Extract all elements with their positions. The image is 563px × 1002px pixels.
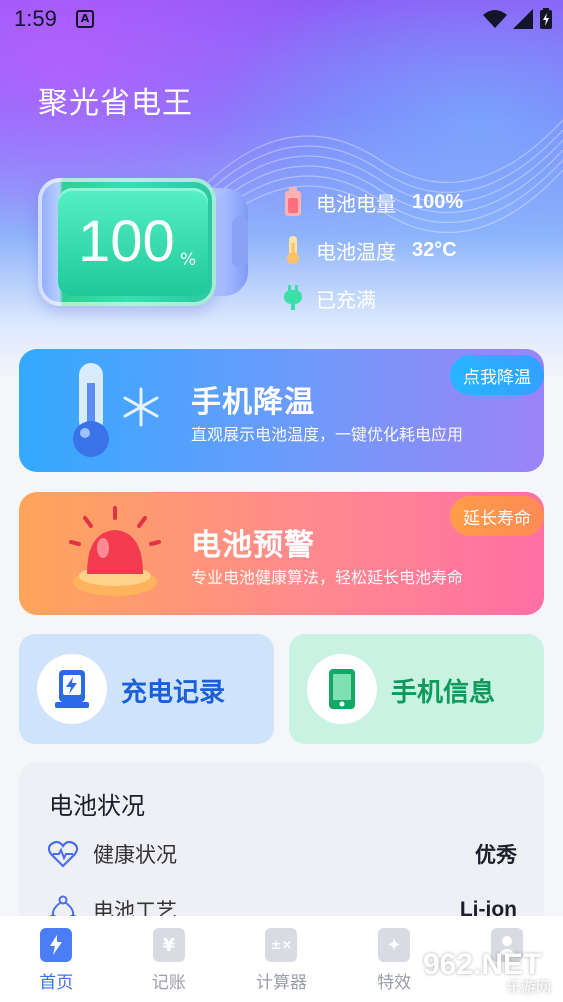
info-row-level: 电池电量 100% (280, 178, 463, 226)
nav-item-calculator[interactable]: ±× 计算器 (225, 916, 338, 1002)
cool-down-button[interactable]: 点我降温 (450, 355, 544, 395)
thermometer-snowflake-icon (73, 363, 159, 457)
nav-label: 计算器 (255, 973, 307, 993)
info-row-temperature: 电池温度 32°C (280, 226, 463, 274)
calculator-icon: ±× (265, 928, 298, 962)
phone-info-tile[interactable]: 手机信息 (289, 634, 544, 744)
nav-label: 特效 (377, 973, 412, 993)
battery-icon (280, 187, 306, 217)
tile-label: 手机信息 (391, 678, 496, 708)
a-letter-icon: A (76, 10, 94, 28)
info-label: 已充满 (316, 287, 376, 312)
heart-pulse-icon (47, 838, 79, 870)
site-watermark: 962.NET 乐游网 (423, 948, 559, 996)
plug-icon (280, 283, 306, 313)
row-value: 优秀 (475, 844, 517, 867)
nav-label: 首页 (39, 973, 74, 993)
panel-title: 电池状况 (49, 792, 145, 820)
smartphone-icon (307, 654, 377, 724)
sparkle-card-icon: ✦ (378, 928, 411, 962)
battery-nub (232, 216, 248, 268)
battery-graphic: 100 % (38, 178, 248, 306)
status-bar: 1:59 A (0, 0, 563, 38)
charge-record-tile[interactable]: 充电记录 (19, 634, 274, 744)
tile-label: 充电记录 (121, 678, 226, 708)
yuan-receipt-icon: ¥ (152, 928, 185, 962)
info-value: 100% (412, 190, 464, 213)
phone-cooling-card[interactable]: 手机降温 直观展示电池温度，一键优化耗电应用 点我降温 (19, 349, 544, 472)
status-icons (483, 8, 553, 30)
nav-item-home[interactable]: 首页 (0, 916, 113, 1002)
charging-station-icon (37, 654, 107, 724)
card-subtitle: 直观展示电池温度，一键优化耗电应用 (191, 425, 464, 444)
battery-warning-card[interactable]: 电池预警 专业电池健康算法，轻松延长电池寿命 延长寿命 (19, 492, 544, 615)
watermark-subtext: 乐游网 (505, 978, 551, 996)
panel-row-health: 健康状况 优秀 (47, 834, 517, 874)
battery-charging-icon (540, 8, 552, 29)
battery-info-list: 电池电量 100% 电池温度 32°C 已充满 (280, 178, 463, 322)
card-title: 电池预警 (191, 528, 315, 563)
wifi-icon (483, 10, 507, 28)
row-label: 健康状况 (93, 843, 177, 867)
card-subtitle: 专业电池健康算法，轻松延长电池寿命 (191, 568, 464, 587)
nav-item-bookkeeping[interactable]: ¥ 记账 (113, 916, 226, 1002)
info-row-charged: 已充满 (280, 274, 463, 322)
info-value: 32°C (412, 238, 457, 261)
battery-unit: % (180, 250, 197, 270)
info-label: 电池温度 (316, 239, 396, 264)
status-time: 1:59 (14, 6, 57, 31)
card-title: 手机降温 (191, 385, 315, 420)
battery-level: 100 (78, 209, 175, 274)
alarm-light-icon (69, 506, 161, 596)
thermometer-icon (280, 235, 306, 265)
cell-signal-icon (513, 9, 533, 29)
extend-life-button[interactable]: 延长寿命 (450, 496, 544, 536)
app-title: 聚光省电王 (38, 86, 193, 121)
home-lightning-icon (40, 928, 73, 962)
nav-label: 记账 (151, 973, 186, 993)
info-label: 电池电量 (316, 191, 396, 216)
